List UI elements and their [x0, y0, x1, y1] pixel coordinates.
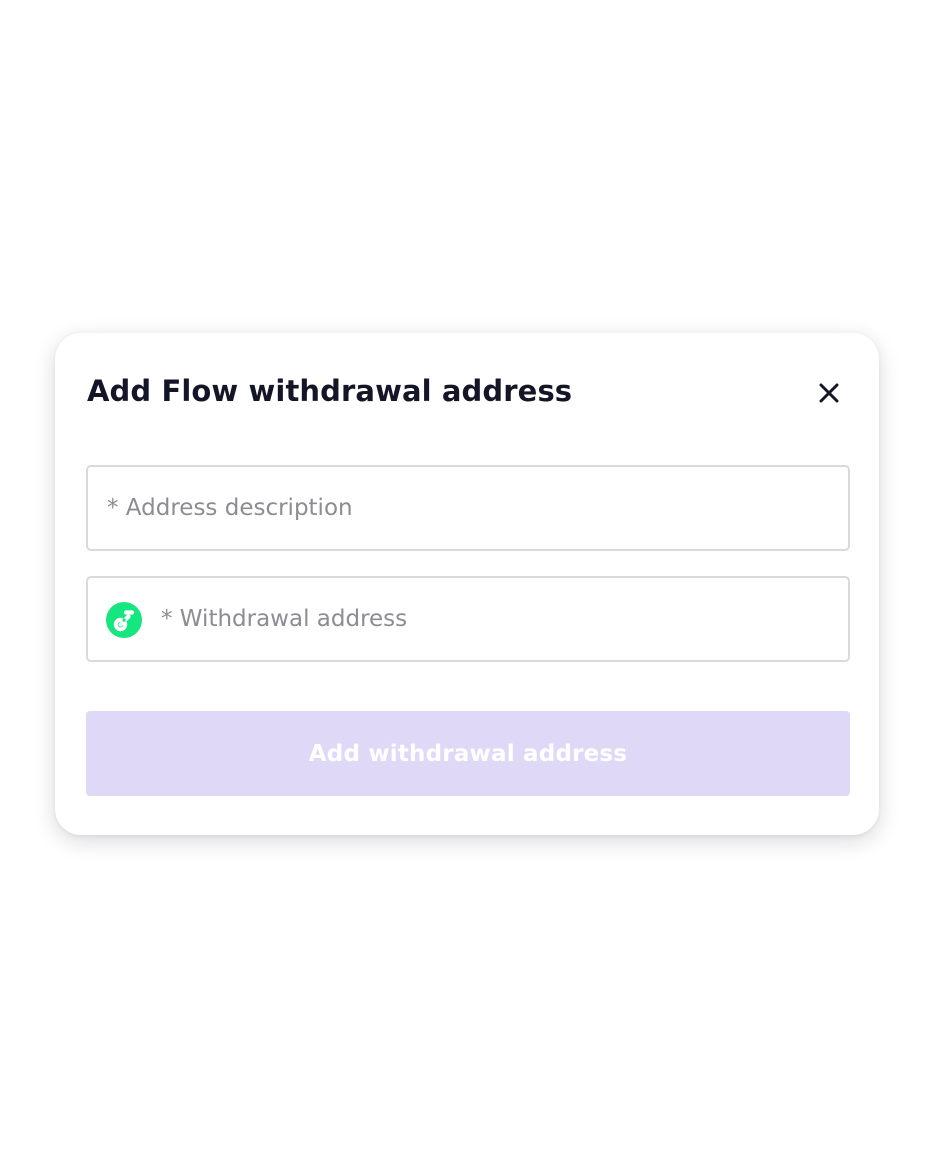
- flow-logo-icon: [106, 602, 142, 638]
- close-button[interactable]: [813, 377, 845, 409]
- close-icon: [819, 383, 839, 403]
- add-withdrawal-address-button-label: Add withdrawal address: [308, 740, 628, 767]
- withdrawal-address-input[interactable]: [161, 578, 831, 660]
- add-withdrawal-address-button[interactable]: Add withdrawal address: [86, 711, 850, 796]
- withdrawal-address-field[interactable]: [86, 576, 850, 662]
- modal-title: Add Flow withdrawal address: [87, 374, 573, 408]
- add-withdrawal-address-modal: Add Flow withdrawal address Add withdraw…: [55, 333, 879, 835]
- address-description-input[interactable]: [107, 467, 827, 549]
- address-description-field[interactable]: [86, 465, 850, 551]
